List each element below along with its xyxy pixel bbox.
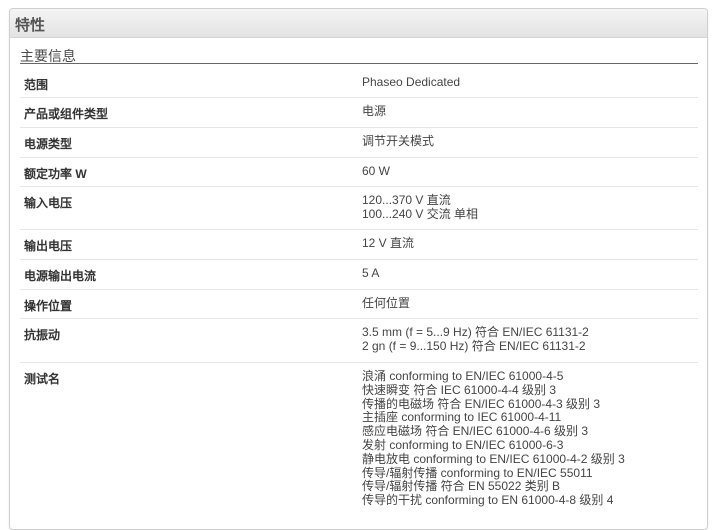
spec-label: 测试名 (24, 372, 61, 386)
spec-value: 电源 (362, 104, 387, 119)
spec-row-power-supply-type: 电源类型 调节开关模式 (20, 128, 698, 158)
spec-row-output-current: 电源输出电流 5 A (20, 260, 698, 290)
spec-value-line: 传导的干扰 conforming to EN 61000-4-8 级别 4 (362, 493, 614, 508)
spec-row-rated-power: 额定功率 W 60 W (20, 158, 698, 187)
spec-row-product-type: 产品或组件类型 电源 (20, 98, 698, 128)
spec-value-line: 调节开关模式 (362, 134, 435, 148)
spec-row-vibration-resistance: 抗振动 3.5 mm (f = 5...9 Hz) 符合 EN/IEC 6113… (20, 319, 698, 363)
spec-value-line: 5 A (362, 266, 380, 280)
panel-header: 特性 (10, 9, 707, 38)
panel-title: 特性 (15, 17, 46, 34)
spec-value-line: Phaseo Dedicated (362, 75, 461, 89)
spec-label: 输入电压 (24, 196, 73, 210)
spec-label: 产品或组件类型 (24, 107, 109, 121)
spec-value: 120...370 V 直流 100...240 V 交流 单相 (362, 193, 479, 222)
spec-label: 抗振动 (24, 328, 61, 342)
section-divider (20, 63, 698, 64)
spec-value-line: 任何位置 (362, 296, 411, 310)
spec-value: 调节开关模式 (362, 134, 435, 149)
spec-label: 操作位置 (24, 299, 73, 313)
spec-value-line: 12 V 直流 (362, 236, 415, 250)
spec-row-mounting-position: 操作位置 任何位置 (20, 290, 698, 319)
spec-value: 5 A (362, 266, 380, 281)
spec-value-line: 电源 (362, 104, 387, 118)
spec-value-line: 发射 conforming to EN/IEC 61000-6-3 (362, 437, 564, 452)
spec-value-line: 浪涌 conforming to EN/IEC 61000-4-5 (362, 369, 564, 383)
spec-row-input-voltage: 输入电压 120...370 V 直流 100...240 V 交流 单相 (20, 187, 698, 230)
spec-row-range: 范围 Phaseo Dedicated (20, 69, 698, 98)
spec-value: 任何位置 (362, 296, 411, 311)
spec-value-line: 感应电磁场 符合 EN/IEC 61000-4-6 级别 3 (362, 424, 589, 439)
spec-label: 电源类型 (24, 137, 73, 151)
spec-value-line: 120...370 V 直流 (362, 193, 451, 207)
characteristics-panel: 特性 主要信息 范围 Phaseo Dedicated 产品或组件类型 电源 电… (9, 8, 708, 530)
spec-row-test-name: 测试名 浪涌 conforming to EN/IEC 61000-4-5 快速… (20, 363, 698, 513)
spec-label: 范围 (24, 78, 49, 92)
spec-label: 输出电压 (24, 239, 73, 253)
spec-label: 电源输出电流 (24, 269, 97, 283)
spec-table: 范围 Phaseo Dedicated 产品或组件类型 电源 电源类型 调节开关… (20, 69, 698, 513)
spec-row-output-voltage: 输出电压 12 V 直流 (20, 230, 698, 260)
spec-value: 12 V 直流 (362, 236, 415, 251)
spec-value: 浪涌 conforming to EN/IEC 61000-4-5 快速瞬变 符… (362, 369, 625, 508)
spec-value-line: 静电放电 conforming to EN/IEC 61000-4-2 级别 3 (362, 451, 625, 466)
spec-value: 60 W (362, 164, 391, 179)
spec-value-line: 60 W (362, 164, 391, 178)
spec-label: 额定功率 W (24, 167, 87, 181)
spec-value: Phaseo Dedicated (362, 75, 461, 90)
spec-value-line: 3.5 mm (f = 5...9 Hz) 符合 EN/IEC 61131-2 (362, 325, 589, 339)
spec-value-line: 2 gn (f = 9...150 Hz) 符合 EN/IEC 61131-2 (362, 338, 586, 353)
spec-value-line: 快速瞬变 符合 IEC 61000-4-4 级别 3 (362, 382, 557, 397)
spec-value-line: 100...240 V 交流 单相 (362, 206, 479, 221)
spec-value: 3.5 mm (f = 5...9 Hz) 符合 EN/IEC 61131-2 … (362, 325, 589, 354)
